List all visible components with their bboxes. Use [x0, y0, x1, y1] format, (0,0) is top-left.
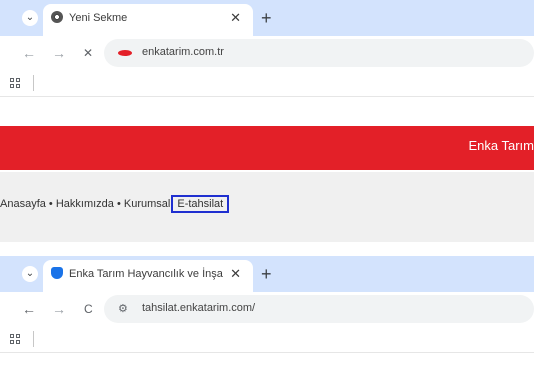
toolbar-2: ← → C ⚙ tahsilat.enkatarim.com/: [0, 292, 534, 326]
site-nav: Anasayfa • Hakkımızda • Kurumsal E-tahsil…: [0, 172, 534, 242]
nav-e-tahsilat-link[interactable]: E-tahsilat: [171, 195, 230, 213]
bookmarks-divider: [33, 75, 34, 91]
stop-button[interactable]: ✕: [83, 46, 93, 60]
address-bar[interactable]: enkatarim.com.tr: [104, 39, 534, 67]
nav-separator: •: [45, 198, 56, 210]
bookmarks-bar-2: [0, 326, 534, 353]
forward-button[interactable]: →: [52, 302, 66, 316]
tab-title: Enka Tarım Hayvancılık ve İnşa: [69, 268, 223, 280]
tab-enka[interactable]: Enka Tarım Hayvancılık ve İnşa ✕: [43, 260, 253, 292]
nav-corporate[interactable]: Kurumsal: [124, 198, 170, 210]
tab-search-button[interactable]: ⌄: [22, 10, 38, 26]
close-tab-button[interactable]: ✕: [230, 266, 241, 282]
close-tab-button[interactable]: ✕: [230, 10, 241, 26]
new-tab-button[interactable]: +: [261, 9, 272, 27]
url-text: tahsilat.enkatarim.com/: [142, 302, 256, 314]
nav-menu: Anasayfa • Hakkımızda • Kurumsal E-tahsil…: [0, 195, 230, 213]
url-text: enkatarim.com.tr: [142, 46, 224, 58]
chevron-down-icon: ⌄: [25, 268, 35, 279]
site-brand[interactable]: Enka Tarım: [468, 138, 534, 153]
tab-strip-1: ⌄ Yeni Sekme ✕ +: [0, 0, 534, 36]
back-button[interactable]: ←: [22, 302, 36, 316]
chevron-down-icon: ⌄: [25, 12, 35, 23]
forward-button[interactable]: →: [52, 46, 66, 60]
new-tab-button[interactable]: +: [261, 265, 272, 283]
nav-separator: •: [113, 198, 124, 210]
tab-title: Yeni Sekme: [69, 12, 128, 24]
nav-home[interactable]: Anasayfa: [0, 198, 46, 210]
nav-about[interactable]: Hakkımızda: [56, 198, 114, 210]
tab-new-tab[interactable]: Yeni Sekme ✕: [43, 4, 253, 36]
loading-icon: [118, 50, 132, 56]
site-header: Enka Tarım: [0, 126, 534, 170]
apps-icon[interactable]: [10, 78, 20, 88]
back-button[interactable]: ←: [22, 46, 36, 60]
tab-search-button[interactable]: ⌄: [22, 266, 38, 282]
bookmarks-divider: [33, 331, 34, 347]
shield-icon: [51, 267, 63, 279]
tab-strip-2: ⌄ Enka Tarım Hayvancılık ve İnşa ✕ +: [0, 256, 534, 292]
address-bar[interactable]: ⚙ tahsilat.enkatarim.com/: [104, 295, 534, 323]
toolbar-1: ← → ✕ enkatarim.com.tr: [0, 36, 534, 70]
apps-icon[interactable]: [10, 334, 20, 344]
bookmarks-bar-1: [0, 70, 534, 97]
reload-button[interactable]: C: [84, 302, 93, 316]
chrome-icon: [51, 11, 63, 23]
site-info-icon[interactable]: ⚙: [118, 302, 128, 315]
